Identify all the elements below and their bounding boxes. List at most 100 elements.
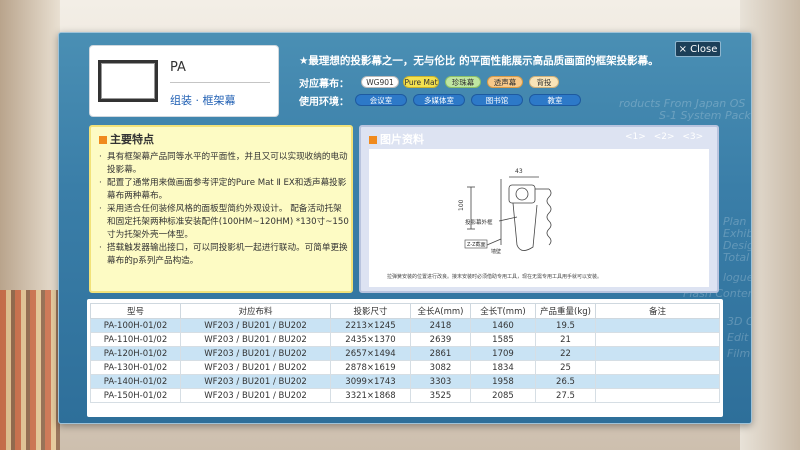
table-row: PA-120H-01/02 WF203 / BU201 / BU202 2657… — [90, 346, 720, 361]
product-name: PA — [170, 60, 186, 75]
screen-option-rear[interactable]: 背投 — [529, 76, 559, 88]
image-tab-1[interactable]: <1> — [625, 132, 646, 142]
col-header: 对应布料 — [180, 303, 331, 319]
table-cell: 25 — [535, 360, 596, 375]
diagram-caption: 拉弹簧安装的位置进行改良。接末安装时必须借助专用工具，现在无需专用工具用手就可以… — [387, 274, 603, 280]
image-tabs: <1> <2> <3> — [625, 132, 708, 142]
table-cell: 3525 — [410, 388, 471, 403]
table-cell: 1460 — [470, 318, 536, 333]
table-cell: 3303 — [410, 374, 471, 389]
table-cell: 26.5 — [535, 374, 596, 389]
col-header: 投影尺寸 — [330, 303, 411, 319]
table-cell: 3099×1743 — [330, 374, 411, 389]
table-cell: 2861 — [410, 346, 471, 361]
table-cell: PA-120H-01/02 — [90, 346, 181, 361]
table-cell — [595, 374, 720, 389]
table-cell: WF203 / BU201 / BU202 — [180, 374, 331, 389]
table-cell — [595, 346, 720, 361]
table-cell: WF203 / BU201 / BU202 — [180, 360, 331, 375]
watermark-text: 3D CG — [727, 315, 751, 328]
table-cell: 1709 — [470, 346, 536, 361]
installation-diagram: 43 100 投影幕外框 Z-Z截面 墙壁 拉弹簧安装的位置进行改良。接末安装时… — [369, 149, 709, 287]
usage-option-meeting-room[interactable]: 会议室 — [355, 94, 407, 106]
feature-item: 搭载触发器输出接口，可以同投影机一起进行联动。可简单更换幕布的p系列产品构造。 — [99, 242, 349, 268]
feature-item: 具有框架幕产品同等水平的平面性，并且又可以实现收纳的电动投影幕。 — [99, 151, 349, 177]
table-cell: PA-110H-01/02 — [90, 332, 181, 347]
table-cell: WF203 / BU201 / BU202 — [180, 388, 331, 403]
screen-option-acoustic[interactable]: 透声幕 — [487, 76, 523, 88]
table-cell: PA-140H-01/02 — [90, 374, 181, 389]
table-cell: WF203 / BU201 / BU202 — [180, 318, 331, 333]
watermark-text: logue — [723, 271, 752, 284]
table-cell: 19.5 — [535, 318, 596, 333]
table-cell: 2213×1245 — [330, 318, 411, 333]
col-header: 产品重量(kg) — [535, 303, 596, 319]
background-bookshelf — [0, 290, 60, 450]
table-cell: PA-100H-01/02 — [90, 318, 181, 333]
table-cell: 2418 — [410, 318, 471, 333]
table-cell — [595, 318, 720, 333]
feature-item: 采用适合任何装修风格的面板型简约外观设计。 配备活动托架和固定托架两种标准安装配… — [99, 203, 349, 242]
section-label: Z-Z截面 — [467, 241, 486, 248]
watermark-text: Total Solution — [723, 251, 751, 264]
watermark-text: Edit — [727, 331, 749, 344]
table-cell: WF203 / BU201 / BU202 — [180, 346, 331, 361]
screen-thumbnail-icon — [98, 60, 158, 102]
image-tab-3[interactable]: <3> — [682, 132, 703, 142]
spec-table: 型号 对应布料 投影尺寸 全长A(mm) 全长T(mm) 产品重量(kg) 备注… — [90, 303, 720, 403]
feature-item: 配置了通常用来做画面参考评定的Pure Mat Ⅱ EX和透声幕投影幕布两种幕布… — [99, 177, 349, 203]
table-cell: 2639 — [410, 332, 471, 347]
bullet-square-icon — [99, 136, 107, 144]
table-cell: 22 — [535, 346, 596, 361]
screen-option-pure-mat[interactable]: Pure Mat — [403, 76, 439, 88]
spec-table-container: 型号 对应布料 投影尺寸 全长A(mm) 全长T(mm) 产品重量(kg) 备注… — [87, 299, 723, 417]
table-row: PA-150H-01/02 WF203 / BU201 / BU202 3321… — [90, 388, 720, 403]
table-cell — [595, 388, 720, 403]
close-label: Close — [690, 44, 718, 55]
product-type: 组装 · 框架幕 — [170, 94, 236, 107]
frame-label: 投影幕外框 — [465, 218, 493, 226]
col-header: 全长A(mm) — [410, 303, 471, 319]
table-cell: 2435×1370 — [330, 332, 411, 347]
table-cell: WF203 / BU201 / BU202 — [180, 332, 331, 347]
divider — [170, 82, 270, 83]
close-icon: × — [678, 44, 687, 55]
image-tab-2[interactable]: <2> — [654, 132, 675, 142]
close-button[interactable]: × Close — [675, 41, 721, 57]
table-cell: 3321×1868 — [330, 388, 411, 403]
usage-option-multimedia-room[interactable]: 多媒体室 — [413, 94, 465, 106]
table-cell: 2657×1494 — [330, 346, 411, 361]
table-cell — [595, 332, 720, 347]
table-cell: 2085 — [470, 388, 536, 403]
features-list: 具有框架幕产品同等水平的平面性，并且又可以实现收纳的电动投影幕。 配置了通常用来… — [99, 151, 349, 268]
usage-option-classroom[interactable]: 教室 — [529, 94, 581, 106]
table-cell: 1585 — [470, 332, 536, 347]
watermark-text: S-1 System Package — [659, 109, 751, 122]
features-box: 主要特点 具有框架幕产品同等水平的平面性，并且又可以实现收纳的电动投影幕。 配置… — [89, 125, 353, 293]
dim-label-43: 43 — [515, 168, 523, 175]
table-row: PA-100H-01/02 WF203 / BU201 / BU202 2213… — [90, 318, 720, 333]
col-header: 备注 — [595, 303, 720, 319]
table-row: PA-140H-01/02 WF203 / BU201 / BU202 3099… — [90, 374, 720, 389]
bracket-diagram-icon: 43 100 投影幕外框 Z-Z截面 墙壁 — [458, 168, 552, 255]
col-header: 型号 — [90, 303, 181, 319]
usage-option-library[interactable]: 图书馆 — [471, 94, 523, 106]
dim-label-100: 100 — [458, 199, 465, 211]
screen-option-pearl[interactable]: 珍珠幕 — [445, 76, 481, 88]
table-cell: PA-150H-01/02 — [90, 388, 181, 403]
images-box: 图片资料 <1> <2> <3> 43 100 投影幕外框 Z-Z截面 墙壁 拉… — [359, 125, 719, 293]
table-row: PA-130H-01/02 WF203 / BU201 / BU202 2878… — [90, 360, 720, 375]
table-cell: 1958 — [470, 374, 536, 389]
table-cell: 21 — [535, 332, 596, 347]
screen-option-wg901[interactable]: WG901 — [361, 76, 399, 88]
table-cell: PA-130H-01/02 — [90, 360, 181, 375]
screen-row-label: 对应幕布： — [299, 79, 349, 90]
bullet-square-icon — [369, 136, 377, 144]
table-cell: 1834 — [470, 360, 536, 375]
table-cell: 27.5 — [535, 388, 596, 403]
features-title: 主要特点 — [99, 131, 154, 147]
col-header: 全长T(mm) — [470, 303, 536, 319]
product-card: PA 组装 · 框架幕 — [89, 45, 279, 117]
usage-row-label: 使用环境： — [299, 97, 349, 108]
table-row: PA-110H-01/02 WF203 / BU201 / BU202 2435… — [90, 332, 720, 347]
